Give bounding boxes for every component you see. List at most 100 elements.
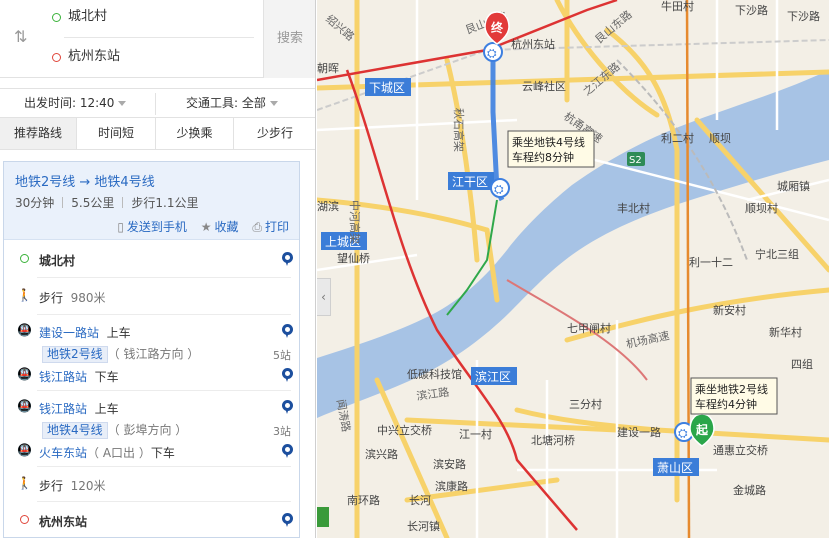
send-to-phone-button[interactable]: ▯ 发送到手机	[117, 220, 187, 234]
svg-text:乘坐地铁4号线: 乘坐地铁4号线	[512, 135, 585, 149]
end-point-field[interactable]: 杭州东站	[52, 43, 252, 71]
route-tabs: 推荐路线 时间短 少换乘 少步行	[0, 118, 315, 150]
svg-text:宁北三组: 宁北三组	[755, 247, 799, 261]
start-point-field[interactable]: 城北村	[52, 3, 252, 31]
svg-text:艮山东路: 艮山东路	[593, 8, 635, 46]
location-pin-icon[interactable]	[282, 444, 293, 458]
route-title[interactable]: 地铁2号线 → 地铁4号线	[15, 171, 155, 190]
search-button[interactable]: 搜索	[263, 0, 315, 78]
tab-shortest-time[interactable]: 时间短	[77, 118, 156, 149]
location-pin-icon[interactable]	[282, 513, 293, 527]
svg-text:建设一路: 建设一路	[617, 425, 661, 439]
subway-icon: 🚇	[17, 323, 32, 337]
board-station-1[interactable]: 建设一路站	[39, 326, 99, 340]
step-metro-2: 🚇 钱江路站 上车 地铁4号线（ 彭埠方向 ） 3站 🚇 火车东站（ A口出 ）…	[4, 391, 299, 465]
svg-text:杭州东站: 杭州东站	[511, 37, 555, 51]
svg-text:长河镇: 长河镇	[407, 519, 440, 533]
svg-text:⛭: ⛭	[494, 182, 504, 196]
svg-text:绍兴路: 绍兴路	[323, 12, 357, 44]
route-stats: 30分钟 5.5公里 步行1.1公里	[15, 194, 198, 211]
svg-text:望仙桥: 望仙桥	[337, 252, 370, 265]
svg-text:湖滨: 湖滨	[317, 199, 339, 213]
location-pin-icon[interactable]	[282, 324, 293, 338]
line-direction-2: （ 彭埠方向 ）	[107, 423, 188, 437]
alight-station-1[interactable]: 钱江路站	[39, 370, 87, 384]
subway-icon: 🚇	[17, 443, 32, 457]
svg-text:利二村: 利二村	[661, 131, 694, 145]
print-button[interactable]: ⎙ 打印	[252, 220, 289, 234]
walk-icon: 🚶	[17, 288, 32, 302]
district-label: 滨江区	[475, 369, 511, 384]
route-summary[interactable]: 地铁2号线 → 地铁4号线 30分钟 5.5公里 步行1.1公里 ▯ 发送到手机 ★ 收…	[4, 162, 299, 240]
subway-icon: 🚇	[17, 367, 32, 381]
svg-text:乘坐地铁2号线: 乘坐地铁2号线	[695, 382, 768, 396]
svg-text:滨兴路: 滨兴路	[365, 447, 398, 461]
chevron-down-icon	[269, 101, 278, 106]
tab-less-walking[interactable]: 少步行	[234, 118, 315, 149]
svg-text:三分村: 三分村	[569, 397, 602, 411]
end-marker-icon[interactable]: 终	[484, 11, 510, 45]
route-card: 地铁2号线 → 地铁4号线 30分钟 5.5公里 步行1.1公里 ▯ 发送到手机 ★ 收…	[3, 161, 300, 538]
route-walk: 步行1.1公里	[131, 196, 199, 210]
svg-text:中河高架: 中河高架	[348, 200, 362, 244]
start-circle-icon	[17, 252, 31, 266]
svg-text:⛭: ⛭	[678, 426, 688, 440]
step-end-name: 杭州东站	[39, 515, 88, 529]
svg-text:长河: 长河	[409, 494, 431, 507]
phone-icon: ▯	[117, 220, 124, 234]
alight-station-2[interactable]: 火车东站	[39, 446, 87, 460]
metro-line-badge-1[interactable]: 地铁2号线	[42, 346, 108, 363]
svg-text:新安村: 新安村	[713, 303, 746, 317]
chevron-down-icon	[118, 101, 127, 106]
svg-text:四组: 四组	[791, 357, 813, 371]
tab-recommended[interactable]: 推荐路线	[0, 118, 77, 149]
subway-station-icon[interactable]: ⛭	[490, 178, 510, 198]
location-pin-icon[interactable]	[282, 400, 293, 414]
district-label: 萧山区	[657, 461, 693, 475]
route-tooltip-line4: 乘坐地铁4号线 车程约8分钟	[507, 130, 595, 168]
step-metro-1: 🚇 建设一路站 上车 地铁2号线（ 钱江路方向 ） 5站 🚇 钱江路站 下车	[4, 315, 299, 389]
location-pin-icon[interactable]	[282, 252, 293, 266]
svg-text:顺坝村: 顺坝村	[745, 201, 778, 215]
end-dot-icon	[52, 53, 61, 62]
subway-station-icon[interactable]: ⛭	[483, 42, 503, 62]
transport-select[interactable]: 交通工具: 全部	[186, 89, 278, 119]
svg-text:下沙路: 下沙路	[787, 10, 820, 23]
board-action-2: 上车	[94, 402, 119, 416]
start-marker-icon[interactable]: 起	[689, 413, 715, 447]
svg-text:滨康路: 滨康路	[435, 479, 468, 493]
svg-text:云峰社区: 云峰社区	[522, 79, 566, 93]
start-point-text[interactable]: 城北村	[68, 3, 107, 31]
end-point-text[interactable]: 杭州东站	[68, 43, 120, 71]
svg-text:顺坝: 顺坝	[709, 131, 731, 145]
map-canvas[interactable]: 下城区 江干区 上城区 滨江区 萧山区 杭州东站 云峰社区 牛田村 下沙路 下沙…	[317, 0, 829, 538]
svg-text:朝晖: 朝晖	[317, 62, 339, 75]
svg-text:低碳科技馆: 低碳科技馆	[407, 367, 462, 381]
tab-fewer-transfers[interactable]: 少换乘	[156, 118, 234, 149]
save-button[interactable]: ★ 收藏	[201, 220, 239, 234]
field-divider	[64, 37, 254, 38]
metro-line-1	[317, 0, 618, 82]
svg-text:起: 起	[695, 422, 709, 437]
location-pin-icon[interactable]	[282, 368, 293, 382]
svg-text:丰北村: 丰北村	[617, 201, 650, 215]
board-station-2[interactable]: 钱江路站	[39, 402, 87, 416]
collapse-panel-button[interactable]: ‹	[317, 278, 331, 316]
route-duration: 30分钟	[15, 196, 55, 210]
step-walk-1: 🚶 步行 980米	[4, 278, 299, 314]
depart-time-select[interactable]: 出发时间: 12:40	[24, 89, 127, 119]
options-divider	[155, 93, 156, 115]
svg-text:滨安路: 滨安路	[433, 457, 466, 471]
map-view[interactable]: 下城区 江干区 上城区 滨江区 萧山区 杭州东站 云峰社区 牛田村 下沙路 下沙…	[317, 0, 829, 538]
swap-vertical-icon[interactable]: ⇅	[14, 27, 27, 46]
svg-text:秋石高架: 秋石高架	[452, 108, 466, 152]
route-path	[490, 52, 505, 202]
walk-distance: 980米	[70, 291, 106, 305]
metro-line-badge-2[interactable]: 地铁4号线	[42, 422, 108, 439]
svg-text:滨江路: 滨江路	[415, 385, 450, 403]
stop-count-1: 5站	[273, 349, 291, 362]
svg-text:新华村: 新华村	[769, 325, 802, 339]
route-tooltip-line2: 乘坐地铁2号线 车程约4分钟	[690, 377, 778, 415]
app-root: ⇅ 城北村 杭州东站 搜索 出发时间: 12:40 交通工具: 全部 推荐路线	[0, 0, 829, 538]
svg-text:下沙路: 下沙路	[735, 4, 768, 17]
